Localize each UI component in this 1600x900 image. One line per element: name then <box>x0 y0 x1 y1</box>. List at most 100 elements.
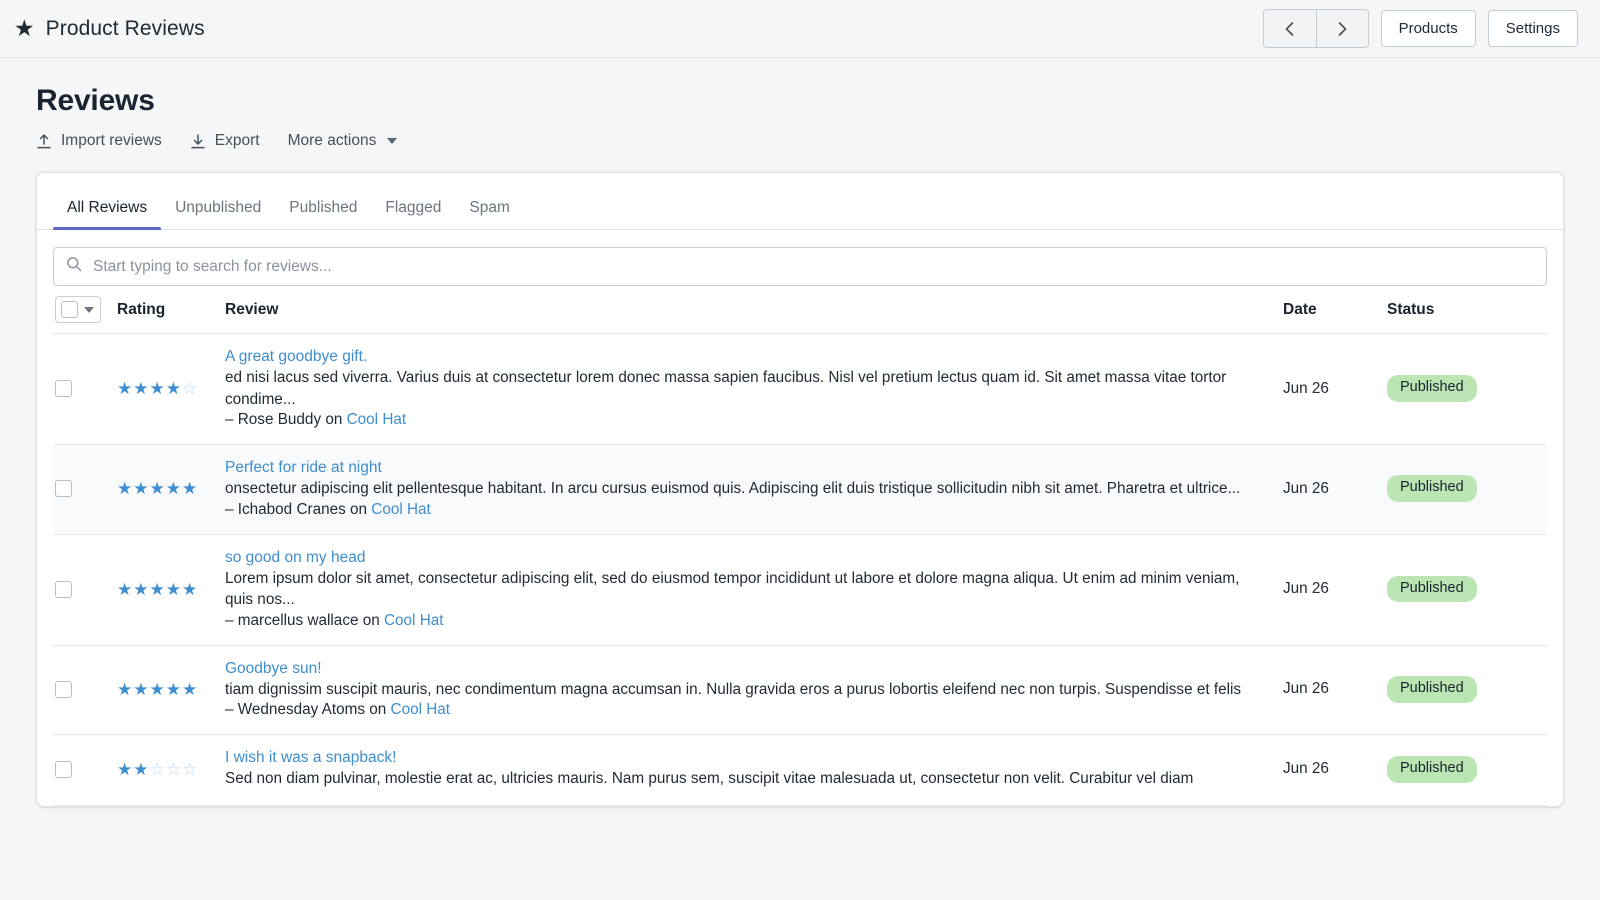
review-author-line: – marcellus wallace on Cool Hat <box>225 612 1259 630</box>
more-actions-button[interactable]: More actions <box>288 132 398 150</box>
column-header-date: Date <box>1283 301 1387 319</box>
next-page-button[interactable] <box>1316 10 1368 47</box>
search-icon <box>66 256 82 277</box>
status-cell: Published <box>1387 576 1547 603</box>
review-body-text: tiam dignissim suscipit mauris, nec cond… <box>225 679 1259 701</box>
star-filled-icon: ★ <box>133 480 148 497</box>
column-header-rating: Rating <box>117 301 225 319</box>
status-cell: Published <box>1387 475 1547 502</box>
status-cell: Published <box>1387 676 1547 703</box>
star-empty-icon: ☆ <box>182 761 197 778</box>
tab-all-reviews[interactable]: All Reviews <box>53 200 161 230</box>
star-filled-icon: ★ <box>150 380 165 397</box>
review-title-link[interactable]: I wish it was a snapback! <box>225 749 1259 767</box>
reviews-table: Rating Review Date Status ★★★★☆A great g… <box>37 286 1563 806</box>
table-body: ★★★★☆A great goodbye gift.ed nisi lacus … <box>53 334 1547 806</box>
star-filled-icon: ★ <box>133 581 148 598</box>
tab-spam[interactable]: Spam <box>455 200 524 230</box>
previous-page-button[interactable] <box>1264 10 1316 47</box>
row-checkbox[interactable] <box>55 761 72 778</box>
rating-cell: ★★★★☆ <box>117 380 225 397</box>
review-title-link[interactable]: so good on my head <box>225 549 1259 567</box>
select-all-checkbox[interactable] <box>61 301 78 318</box>
search-input[interactable] <box>93 258 1534 276</box>
rating-cell: ★★★★★ <box>117 480 225 497</box>
star-filled-icon: ★ <box>133 681 148 698</box>
row-checkbox[interactable] <box>55 581 72 598</box>
status-badge: Published <box>1387 375 1477 402</box>
date-cell: Jun 26 <box>1283 760 1387 778</box>
tab-flagged[interactable]: Flagged <box>371 200 455 230</box>
review-body-text: onsectetur adipiscing elit pellentesque … <box>225 478 1259 500</box>
row-checkbox[interactable] <box>55 380 72 397</box>
import-reviews-button[interactable]: Import reviews <box>36 132 162 150</box>
table-row[interactable]: ★★★★★Perfect for ride at nightonsectetur… <box>53 445 1547 535</box>
review-body-text: Lorem ipsum dolor sit amet, consectetur … <box>225 568 1259 611</box>
star-filled-icon: ★ <box>133 380 148 397</box>
tab-published[interactable]: Published <box>275 200 371 230</box>
import-reviews-label: Import reviews <box>61 132 162 150</box>
table-row[interactable]: ★★★★★Goodbye sun!tiam dignissim suscipit… <box>53 646 1547 736</box>
topbar-actions: Products Settings <box>1263 9 1578 48</box>
table-row[interactable]: ★★★★☆A great goodbye gift.ed nisi lacus … <box>53 334 1547 445</box>
export-button[interactable]: Export <box>190 132 260 150</box>
pagination-group <box>1263 9 1369 48</box>
star-filled-icon: ★ <box>117 681 132 698</box>
status-badge: Published <box>1387 756 1477 783</box>
star-filled-icon: ★ <box>117 581 132 598</box>
product-link[interactable]: Cool Hat <box>347 411 407 428</box>
row-select-cell <box>53 581 117 598</box>
star-rating: ★★★★☆ <box>117 380 225 397</box>
select-all-control[interactable] <box>55 296 101 323</box>
review-body-text: ed nisi lacus sed viverra. Varius duis a… <box>225 367 1259 410</box>
status-badge: Published <box>1387 676 1477 703</box>
star-filled-icon: ★ <box>166 681 181 698</box>
rating-cell: ★★☆☆☆ <box>117 761 225 778</box>
tab-unpublished[interactable]: Unpublished <box>161 200 275 230</box>
date-cell: Jun 26 <box>1283 580 1387 598</box>
row-select-cell <box>53 761 117 778</box>
status-cell: Published <box>1387 375 1547 402</box>
star-filled-icon: ★ <box>150 681 165 698</box>
product-link[interactable]: Cool Hat <box>384 612 444 629</box>
product-link[interactable]: Cool Hat <box>391 701 451 718</box>
star-filled-icon: ★ <box>150 581 165 598</box>
row-checkbox[interactable] <box>55 480 72 497</box>
chevron-down-icon[interactable] <box>84 307 94 313</box>
star-rating: ★★★★★ <box>117 681 225 698</box>
review-title-link[interactable]: Perfect for ride at night <box>225 459 1259 477</box>
table-row[interactable]: ★★★★★so good on my headLorem ipsum dolor… <box>53 535 1547 646</box>
search-section <box>37 230 1563 286</box>
search-box[interactable] <box>53 247 1547 286</box>
review-title-link[interactable]: A great goodbye gift. <box>225 348 1259 366</box>
row-select-cell <box>53 681 117 698</box>
table-row[interactable]: ★★☆☆☆I wish it was a snapback!Sed non di… <box>53 735 1547 806</box>
star-filled-icon: ★ <box>182 681 197 698</box>
status-badge: Published <box>1387 475 1477 502</box>
app-identity: ★ Product Reviews <box>14 17 205 41</box>
column-header-status: Status <box>1387 301 1547 319</box>
settings-button[interactable]: Settings <box>1488 10 1578 47</box>
review-author-line: – Rose Buddy on Cool Hat <box>225 411 1259 429</box>
review-title-link[interactable]: Goodbye sun! <box>225 660 1259 678</box>
star-filled-icon: ★ <box>150 480 165 497</box>
download-icon <box>190 133 206 150</box>
select-all-cell <box>53 296 117 323</box>
star-filled-icon: ★ <box>117 380 132 397</box>
star-rating: ★★★★★ <box>117 480 225 497</box>
reviews-tablist: All Reviews Unpublished Published Flagge… <box>37 173 1563 230</box>
product-link[interactable]: Cool Hat <box>371 501 431 518</box>
products-button[interactable]: Products <box>1381 10 1476 47</box>
status-cell: Published <box>1387 756 1547 783</box>
row-checkbox[interactable] <box>55 681 72 698</box>
date-cell: Jun 26 <box>1283 480 1387 498</box>
star-rating: ★★☆☆☆ <box>117 761 225 778</box>
chevron-left-icon <box>1285 22 1294 36</box>
star-filled-icon: ★ <box>133 761 148 778</box>
rating-cell: ★★★★★ <box>117 681 225 698</box>
reviews-card: All Reviews Unpublished Published Flagge… <box>36 172 1564 807</box>
review-cell: Goodbye sun!tiam dignissim suscipit maur… <box>225 660 1283 720</box>
star-empty-icon: ☆ <box>166 761 181 778</box>
chevron-down-icon <box>387 138 397 144</box>
upload-icon <box>36 133 52 150</box>
